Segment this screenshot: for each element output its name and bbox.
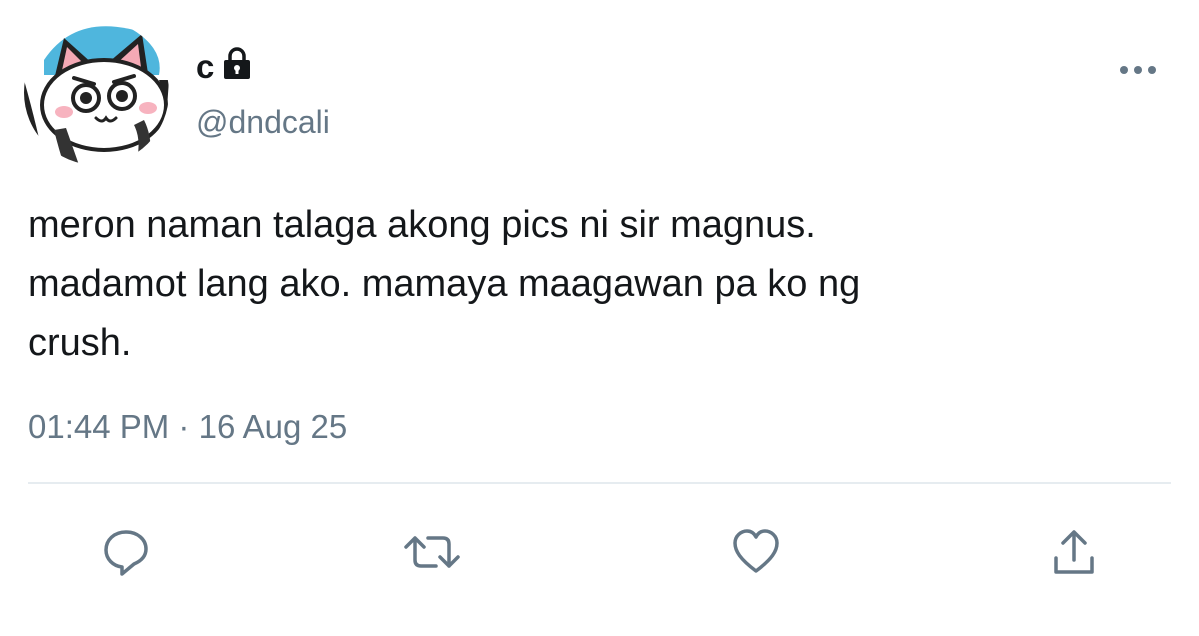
share-button[interactable] — [1044, 522, 1104, 582]
display-name-row: c — [196, 46, 252, 86]
timestamp-row: 01:44 PM · 16 Aug 25 — [28, 410, 347, 443]
retweet-icon — [402, 526, 462, 578]
like-button[interactable] — [726, 522, 786, 582]
tweet-time[interactable]: 01:44 PM — [28, 408, 169, 445]
tweet-date[interactable]: 16 Aug 25 — [199, 408, 348, 445]
tweet-text: meron naman talaga akong pics ni sir mag… — [28, 204, 861, 364]
reply-button[interactable] — [96, 522, 156, 582]
more-horizontal-icon[interactable] — [1116, 62, 1160, 78]
retweet-button[interactable] — [402, 522, 462, 582]
display-name[interactable]: c — [196, 50, 214, 83]
timestamp-separator: · — [178, 408, 190, 445]
reply-icon — [100, 526, 152, 578]
tweet-card: c @dndcali meron naman talaga akong pics… — [0, 0, 1199, 636]
share-icon — [1048, 526, 1100, 578]
user-handle[interactable]: @dndcali — [196, 106, 330, 138]
avatar[interactable] — [24, 20, 169, 165]
cartoon-cat-avatar-icon — [24, 20, 169, 165]
divider — [28, 482, 1171, 484]
lock-icon — [222, 46, 252, 80]
like-icon — [730, 526, 782, 578]
